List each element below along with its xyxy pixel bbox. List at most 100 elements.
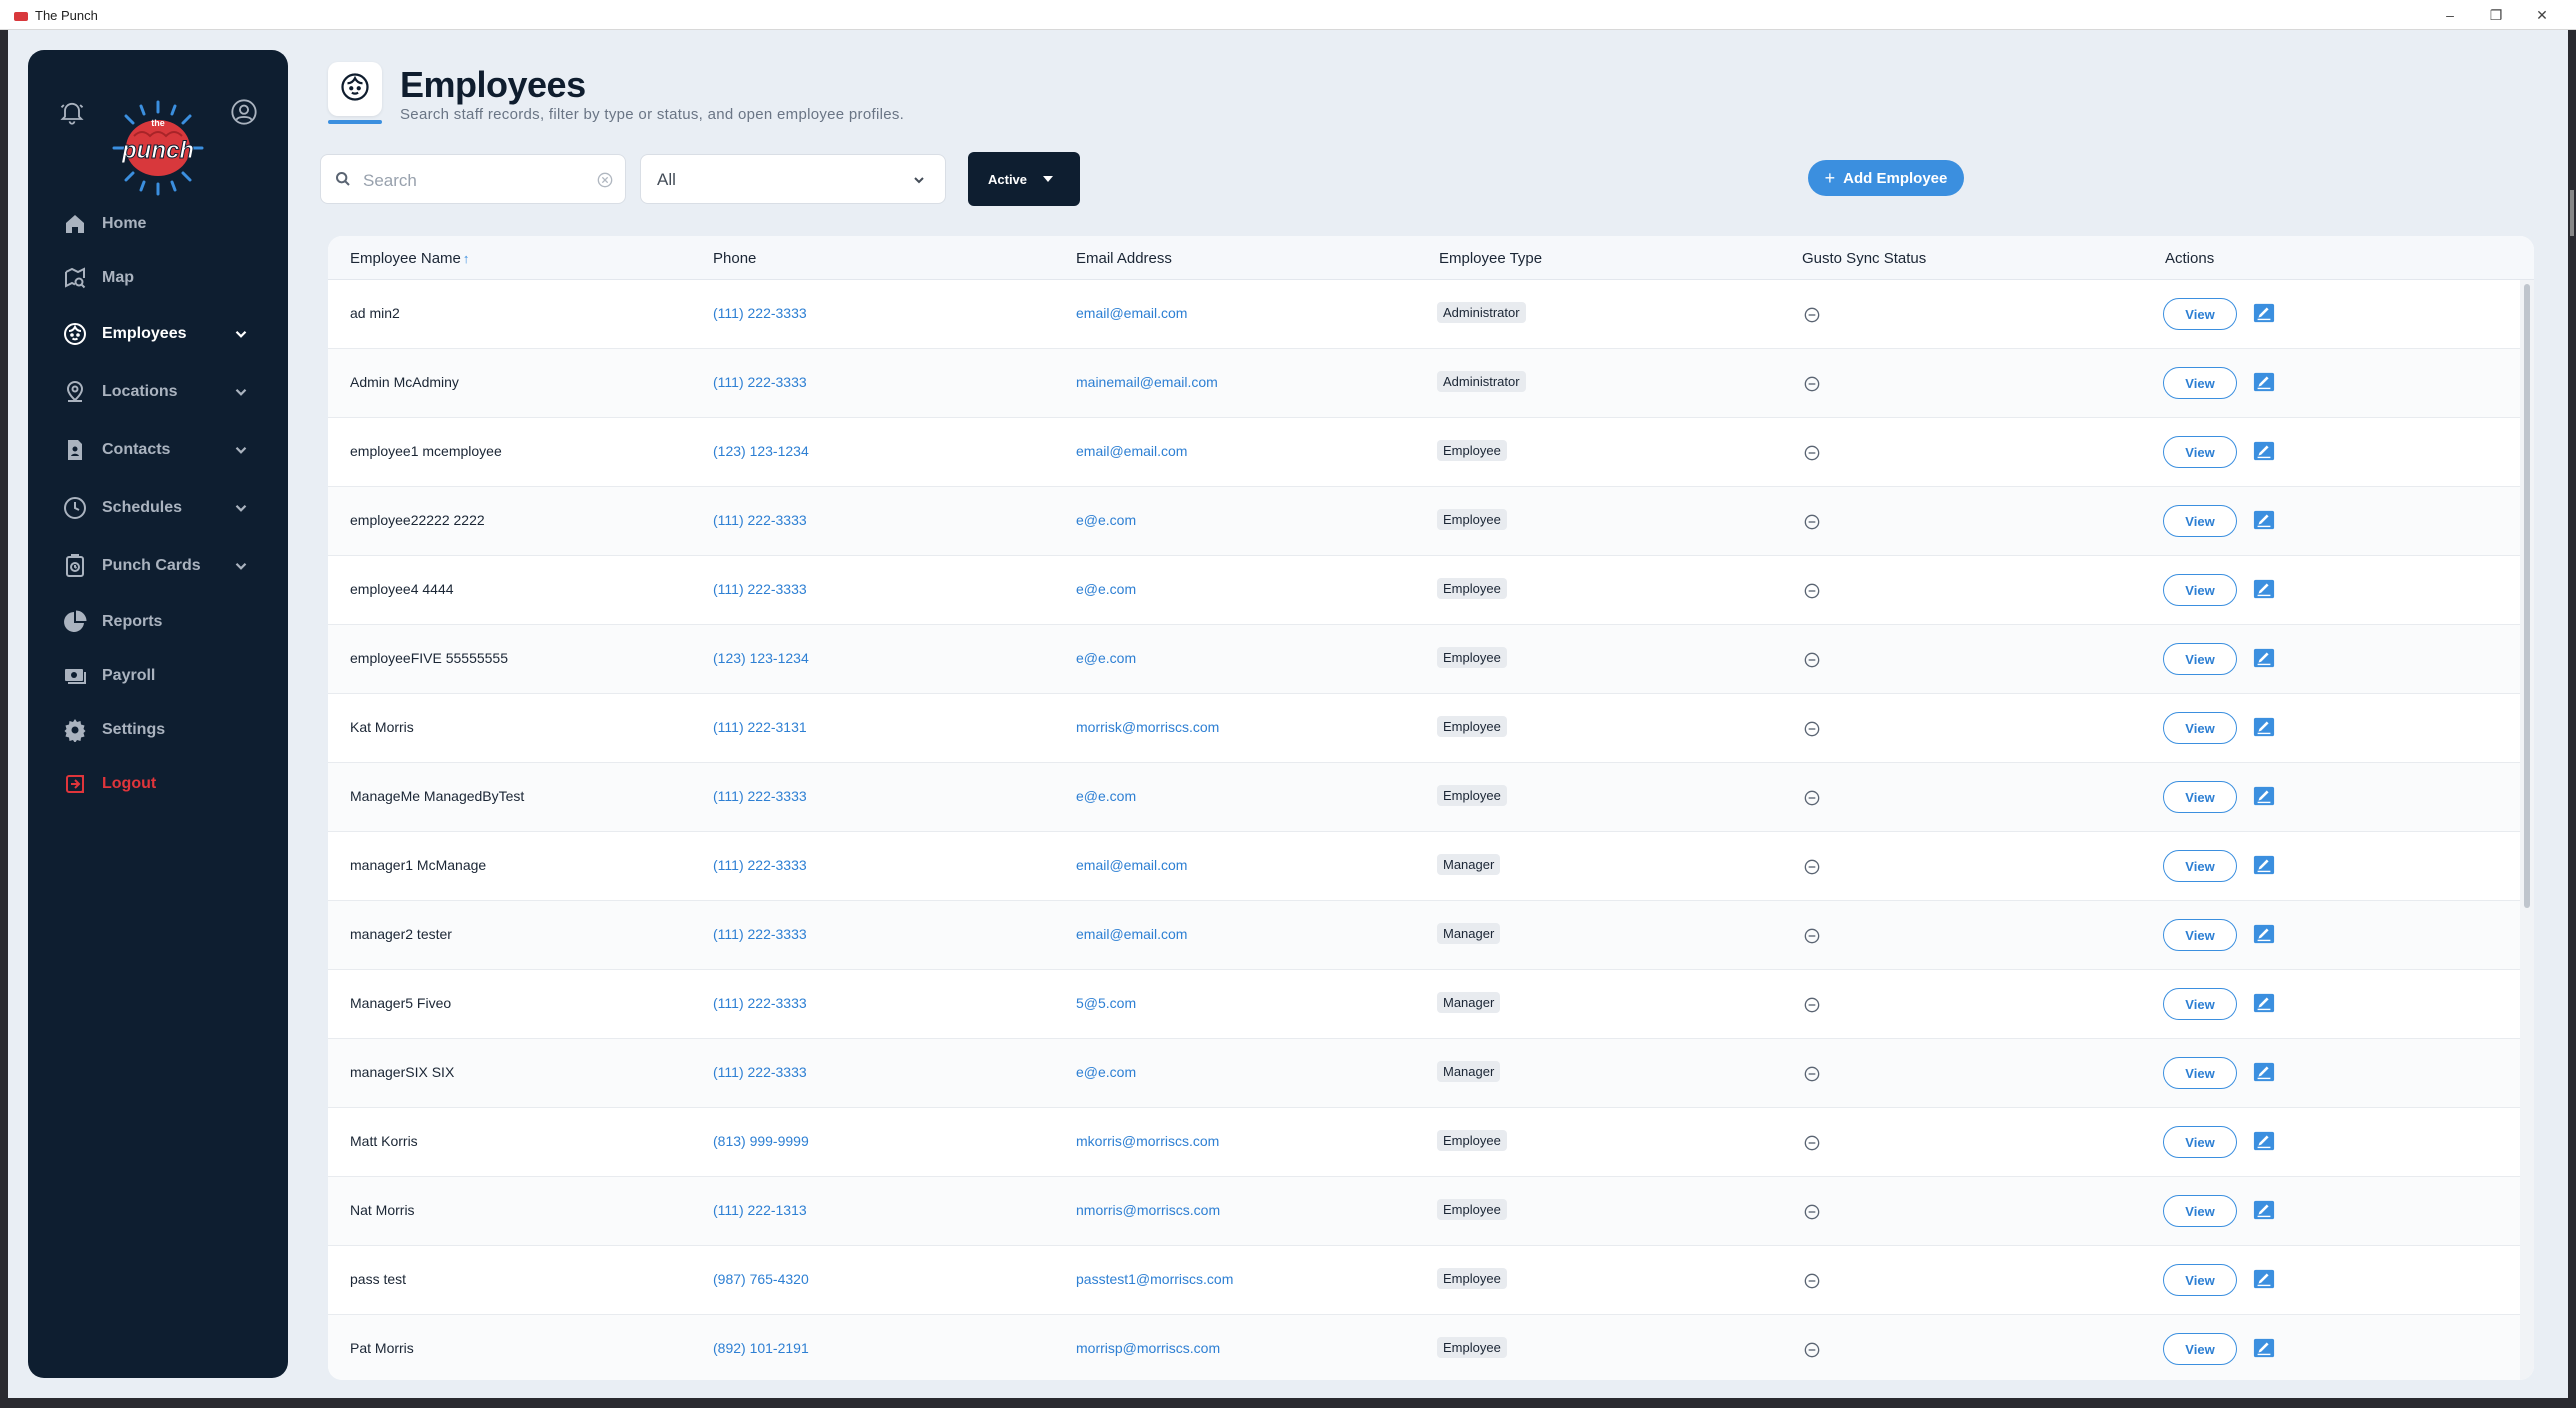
view-button[interactable]: View	[2163, 988, 2237, 1020]
table-row[interactable]: Kat Morris (111) 222-3131 morrisk@morriscs…	[328, 694, 2520, 763]
table-row[interactable]: Matt Korris (813) 999-9999 mkorris@morrisc…	[328, 1108, 2520, 1177]
window-scrollbar-thumb[interactable]	[2570, 190, 2574, 236]
sidebar-item-logout[interactable]: Logout	[44, 762, 272, 806]
bell-icon[interactable]	[58, 98, 86, 126]
table-row[interactable]: pass test (987) 765-4320 passtest1@morrisc…	[328, 1246, 2520, 1315]
edit-icon[interactable]	[2253, 302, 2275, 324]
table-row[interactable]: Admin McAdminy (111) 222-3333 mainemail@em…	[328, 349, 2520, 418]
chevron-down-icon[interactable]	[232, 383, 250, 401]
edit-icon[interactable]	[2253, 371, 2275, 393]
view-button[interactable]: View	[2163, 298, 2237, 330]
table-row[interactable]: employee1 mcemployee (123) 123-1234 email@…	[328, 418, 2520, 487]
column-header-phone[interactable]: Phone	[713, 250, 756, 267]
email-link[interactable]: email@email.com	[1076, 443, 1187, 459]
sidebar-item-contacts[interactable]: Contacts	[44, 428, 272, 472]
chevron-down-icon[interactable]	[232, 499, 250, 517]
edit-icon[interactable]	[2253, 785, 2275, 807]
add-employee-button[interactable]: + Add Employee	[1808, 160, 1964, 196]
phone-link[interactable]: (111) 222-1313	[713, 1202, 807, 1218]
phone-link[interactable]: (111) 222-3333	[713, 581, 807, 597]
view-button[interactable]: View	[2163, 505, 2237, 537]
email-link[interactable]: e@e.com	[1076, 1064, 1136, 1080]
sidebar-item-map[interactable]: Map	[44, 256, 272, 300]
edit-icon[interactable]	[2253, 440, 2275, 462]
phone-link[interactable]: (111) 222-3333	[713, 926, 807, 942]
edit-icon[interactable]	[2253, 992, 2275, 1014]
email-link[interactable]: 5@5.com	[1076, 995, 1136, 1011]
email-link[interactable]: mkorris@morriscs.com	[1076, 1133, 1219, 1149]
status-filter-button[interactable]: Active	[968, 152, 1080, 206]
chevron-down-icon[interactable]	[232, 557, 250, 575]
phone-link[interactable]: (111) 222-3333	[713, 305, 807, 321]
phone-link[interactable]: (813) 999-9999	[713, 1133, 809, 1149]
edit-icon[interactable]	[2253, 716, 2275, 738]
table-row[interactable]: employee22222 2222 (111) 222-3333 e@e.com E…	[328, 487, 2520, 556]
table-row[interactable]: employeeFIVE 55555555 (123) 123-1234 e@e.c…	[328, 625, 2520, 694]
view-button[interactable]: View	[2163, 919, 2237, 951]
search-input[interactable]: Search	[320, 154, 626, 204]
email-link[interactable]: nmorris@morriscs.com	[1076, 1202, 1220, 1218]
restore-icon[interactable]: ❐	[2476, 4, 2516, 26]
sidebar-item-reports[interactable]: Reports	[44, 600, 272, 644]
table-scrollbar[interactable]	[2520, 280, 2534, 1380]
email-link[interactable]: e@e.com	[1076, 512, 1136, 528]
view-button[interactable]: View	[2163, 574, 2237, 606]
email-link[interactable]: passtest1@morriscs.com	[1076, 1271, 1233, 1287]
email-link[interactable]: mainemail@email.com	[1076, 374, 1218, 390]
table-row[interactable]: Nat Morris (111) 222-1313 nmorris@morriscs…	[328, 1177, 2520, 1246]
view-button[interactable]: View	[2163, 367, 2237, 399]
column-header-employee-name[interactable]: Employee Name ↑	[350, 250, 469, 267]
table-row[interactable]: ad min2 (111) 222-3333 email@email.com Admi…	[328, 280, 2520, 349]
sidebar-item-schedules[interactable]: Schedules	[44, 486, 272, 530]
email-link[interactable]: morrisp@morriscs.com	[1076, 1340, 1220, 1356]
edit-icon[interactable]	[2253, 923, 2275, 945]
table-row[interactable]: Pat Morris (892) 101-2191 morrisp@morriscs…	[328, 1315, 2520, 1380]
email-link[interactable]: email@email.com	[1076, 926, 1187, 942]
column-header-email[interactable]: Email Address	[1076, 250, 1172, 267]
table-row[interactable]: employee4 4444 (111) 222-3333 e@e.com Emplo…	[328, 556, 2520, 625]
minimize-icon[interactable]: –	[2430, 4, 2470, 26]
email-link[interactable]: email@email.com	[1076, 305, 1187, 321]
view-button[interactable]: View	[2163, 1264, 2237, 1296]
phone-link[interactable]: (111) 222-3333	[713, 788, 807, 804]
email-link[interactable]: e@e.com	[1076, 650, 1136, 666]
edit-icon[interactable]	[2253, 509, 2275, 531]
table-row[interactable]: Manager5 Fiveo (111) 222-3333 5@5.com Manag…	[328, 970, 2520, 1039]
phone-link[interactable]: (123) 123-1234	[713, 650, 809, 666]
chevron-down-icon[interactable]	[232, 441, 250, 459]
phone-link[interactable]: (123) 123-1234	[713, 443, 809, 459]
edit-icon[interactable]	[2253, 1130, 2275, 1152]
phone-link[interactable]: (892) 101-2191	[713, 1340, 809, 1356]
view-button[interactable]: View	[2163, 781, 2237, 813]
edit-icon[interactable]	[2253, 1268, 2275, 1290]
the-punch-logo[interactable]: the punch	[108, 100, 208, 196]
column-header-gusto-sync-status[interactable]: Gusto Sync Status	[1802, 250, 1926, 267]
user-account-icon[interactable]	[230, 98, 258, 126]
table-scrollbar-thumb[interactable]	[2524, 284, 2530, 908]
table-row[interactable]: ManageMe ManagedByTest (111) 222-3333 e@e.…	[328, 763, 2520, 832]
sidebar-item-payroll[interactable]: Payroll	[44, 654, 272, 698]
table-row[interactable]: managerSIX SIX (111) 222-3333 e@e.com Manag…	[328, 1039, 2520, 1108]
employee-type-select[interactable]: All	[640, 154, 946, 204]
view-button[interactable]: View	[2163, 1333, 2237, 1365]
chevron-down-icon[interactable]	[232, 325, 250, 343]
table-row[interactable]: manager1 McManage (111) 222-3333 email@ema…	[328, 832, 2520, 901]
close-icon[interactable]: ✕	[2522, 4, 2562, 26]
edit-icon[interactable]	[2253, 854, 2275, 876]
sidebar-item-home[interactable]: Home	[44, 202, 272, 246]
sidebar-item-punch-cards[interactable]: Punch Cards	[44, 544, 272, 588]
column-header-employee-type[interactable]: Employee Type	[1439, 250, 1542, 267]
email-link[interactable]: morrisk@morriscs.com	[1076, 719, 1219, 735]
view-button[interactable]: View	[2163, 1057, 2237, 1089]
phone-link[interactable]: (111) 222-3333	[713, 995, 807, 1011]
view-button[interactable]: View	[2163, 712, 2237, 744]
edit-icon[interactable]	[2253, 1199, 2275, 1221]
phone-link[interactable]: (111) 222-3131	[713, 719, 807, 735]
phone-link[interactable]: (987) 765-4320	[713, 1271, 809, 1287]
phone-link[interactable]: (111) 222-3333	[713, 374, 807, 390]
email-link[interactable]: email@email.com	[1076, 857, 1187, 873]
edit-icon[interactable]	[2253, 647, 2275, 669]
phone-link[interactable]: (111) 222-3333	[713, 512, 807, 528]
sidebar-item-locations[interactable]: Locations	[44, 370, 272, 414]
email-link[interactable]: e@e.com	[1076, 581, 1136, 597]
